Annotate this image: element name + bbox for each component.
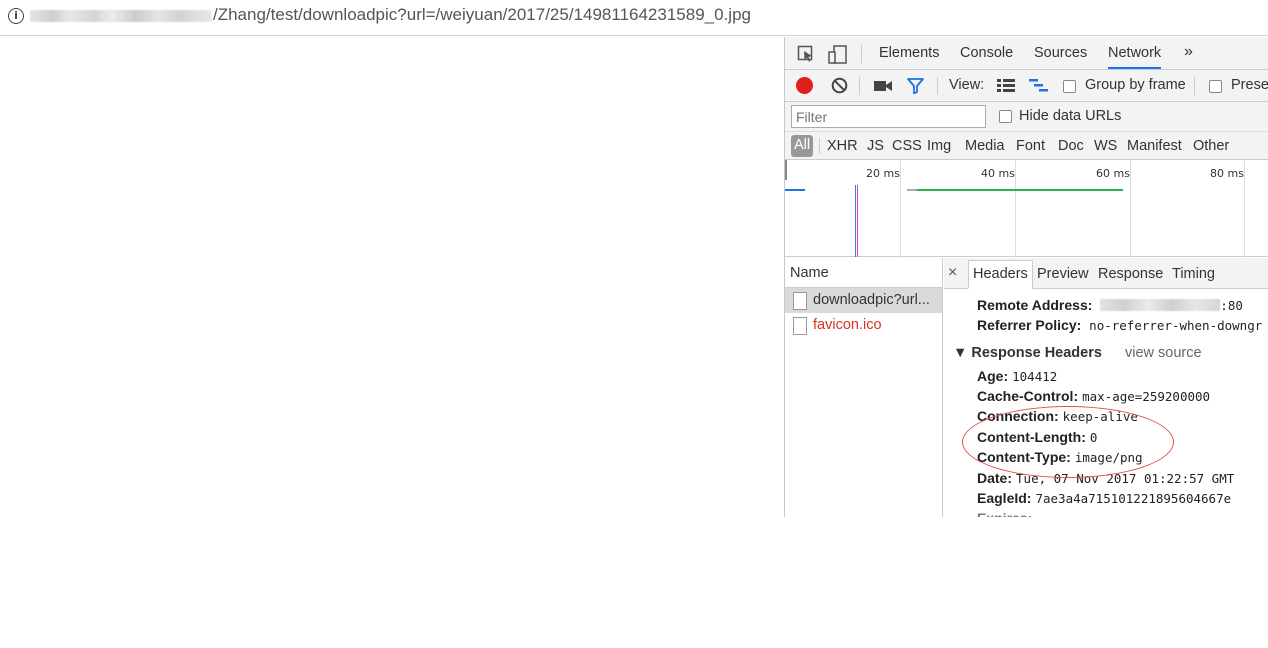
load-line — [857, 185, 858, 257]
preserve-log-label: Preser — [1231, 77, 1268, 93]
type-all[interactable]: All — [791, 135, 814, 157]
type-font[interactable]: Font — [1016, 138, 1045, 154]
grid-line — [1130, 160, 1131, 257]
hide-data-urls-checkbox[interactable] — [999, 110, 1012, 123]
divider — [859, 77, 860, 95]
grid-line — [900, 160, 901, 257]
requests-list: Name downloadpic?url... favicon.ico — [785, 258, 943, 517]
redacted-ip — [1100, 299, 1221, 311]
annotation-oval — [962, 406, 1174, 478]
request-name: favicon.ico — [813, 317, 882, 333]
header-value: 104412 — [1012, 369, 1058, 384]
tab-sources[interactable]: Sources — [1034, 45, 1087, 61]
referrer-policy-line: Referrer Policy: no-referrer-when-downgr — [977, 317, 1262, 333]
divider — [937, 77, 938, 95]
group-by-frame-label: Group by frame — [1085, 77, 1186, 93]
request-row[interactable]: favicon.ico — [785, 313, 942, 338]
request-row[interactable]: downloadpic?url... — [785, 288, 942, 313]
type-media[interactable]: Media — [965, 138, 1005, 154]
header-line: Cache-Control: max-age=259200000 — [977, 388, 1210, 404]
view-label: View: — [949, 77, 985, 93]
header-key: EagleId: — [977, 490, 1032, 506]
header-key: Age: — [977, 368, 1009, 384]
divider — [1194, 77, 1195, 95]
screenshot-camera-icon[interactable] — [874, 79, 892, 95]
type-other[interactable]: Other — [1193, 138, 1229, 154]
large-rows-icon[interactable] — [997, 79, 1015, 95]
type-ws[interactable]: WS — [1094, 138, 1117, 154]
filter-bar: Hide data URLs — [785, 102, 1268, 132]
request-bar-waiting — [907, 189, 917, 191]
type-css[interactable]: CSS — [892, 138, 922, 154]
tab-network[interactable]: Network — [1108, 45, 1162, 69]
divider — [861, 45, 862, 63]
grid-line — [1244, 160, 1245, 257]
page-content — [0, 37, 784, 517]
tab-elements[interactable]: Elements — [879, 45, 939, 61]
header-key: Remote Address: — [977, 297, 1093, 313]
header-value: max-age=259200000 — [1082, 389, 1211, 404]
header-value: :80 — [1220, 298, 1243, 313]
close-icon[interactable]: × — [948, 264, 957, 282]
tab-preview[interactable]: Preview — [1037, 266, 1089, 282]
timeline-label-80ms: 80 ms — [1210, 167, 1244, 180]
timeline-label-60ms: 60 ms — [1096, 167, 1130, 180]
timeline-overview[interactable]: 20 ms 40 ms 60 ms 80 ms — [785, 160, 1268, 257]
grid-line — [1015, 160, 1016, 257]
header-value: 7ae3a4a715101221895604667e — [1035, 491, 1232, 506]
filter-funnel-icon[interactable] — [907, 78, 924, 97]
record-icon[interactable] — [796, 77, 813, 94]
request-bar-green — [917, 189, 1123, 191]
preserve-log-checkbox[interactable] — [1209, 80, 1222, 93]
type-img[interactable]: Img — [927, 138, 951, 154]
tab-headers[interactable]: Headers — [968, 260, 1033, 289]
document-icon — [793, 292, 807, 310]
request-detail-pane: × Headers Preview Response Timing Remote… — [944, 258, 1268, 517]
devtools-tab-bar: Elements Console Sources Network » — [785, 37, 1268, 70]
divider — [819, 138, 820, 154]
clear-icon[interactable] — [831, 77, 848, 97]
view-source-link[interactable]: view source — [1125, 345, 1202, 361]
header-key: Referrer Policy: — [977, 317, 1082, 333]
detail-tab-bar: × Headers Preview Response Timing — [944, 258, 1268, 289]
header-key: Date: — [977, 470, 1013, 486]
network-toolbar: View: Group by frame Preser — [785, 70, 1268, 102]
device-toolbar-icon[interactable] — [828, 45, 847, 64]
type-xhr[interactable]: XHR — [827, 138, 858, 154]
waterfall-overview-icon[interactable] — [1029, 79, 1049, 95]
type-js[interactable]: JS — [867, 138, 884, 154]
type-doc[interactable]: Doc — [1058, 138, 1084, 154]
tab-response[interactable]: Response — [1098, 266, 1163, 282]
resource-type-bar: All XHR JS CSS Img Media Font Doc WS Man… — [785, 132, 1268, 160]
type-manifest[interactable]: Manifest — [1127, 138, 1182, 154]
domcontentloaded-line — [855, 185, 856, 257]
tab-timing[interactable]: Timing — [1172, 266, 1215, 282]
url-text[interactable]: /Zhang/test/downloadpic?url=/weiyuan/201… — [213, 5, 751, 25]
timeline-label-40ms: 40 ms — [981, 167, 1015, 180]
name-column-header[interactable]: Name — [785, 258, 942, 288]
timeline-start-marker — [785, 160, 787, 180]
request-bar-blue — [785, 189, 805, 191]
filter-input[interactable] — [791, 105, 986, 128]
address-bar[interactable]: i /Zhang/test/downloadpic?url=/weiyuan/2… — [0, 0, 1268, 36]
timeline-label-20ms: 20 ms — [866, 167, 900, 180]
redacted-host — [30, 10, 212, 22]
inspect-element-icon[interactable] — [797, 45, 815, 63]
hide-data-urls-label: Hide data URLs — [1019, 108, 1122, 124]
header-line: Age: 104412 — [977, 368, 1057, 384]
document-icon — [793, 317, 807, 335]
request-name: downloadpic?url... — [813, 292, 930, 308]
remote-address-line: Remote Address: :80 — [977, 297, 1243, 313]
info-icon[interactable]: i — [8, 8, 24, 24]
group-by-frame-checkbox[interactable] — [1063, 80, 1076, 93]
header-value: no-referrer-when-downgr — [1089, 318, 1263, 333]
header-line-cut-off: Expires: — [977, 510, 1032, 517]
header-key: Cache-Control: — [977, 388, 1079, 404]
header-line: EagleId: 7ae3a4a715101221895604667e — [977, 490, 1231, 506]
response-headers-toggle[interactable]: ▼ Response Headers — [953, 345, 1102, 361]
more-tabs-button[interactable]: » — [1184, 43, 1193, 61]
tab-console[interactable]: Console — [960, 45, 1013, 61]
